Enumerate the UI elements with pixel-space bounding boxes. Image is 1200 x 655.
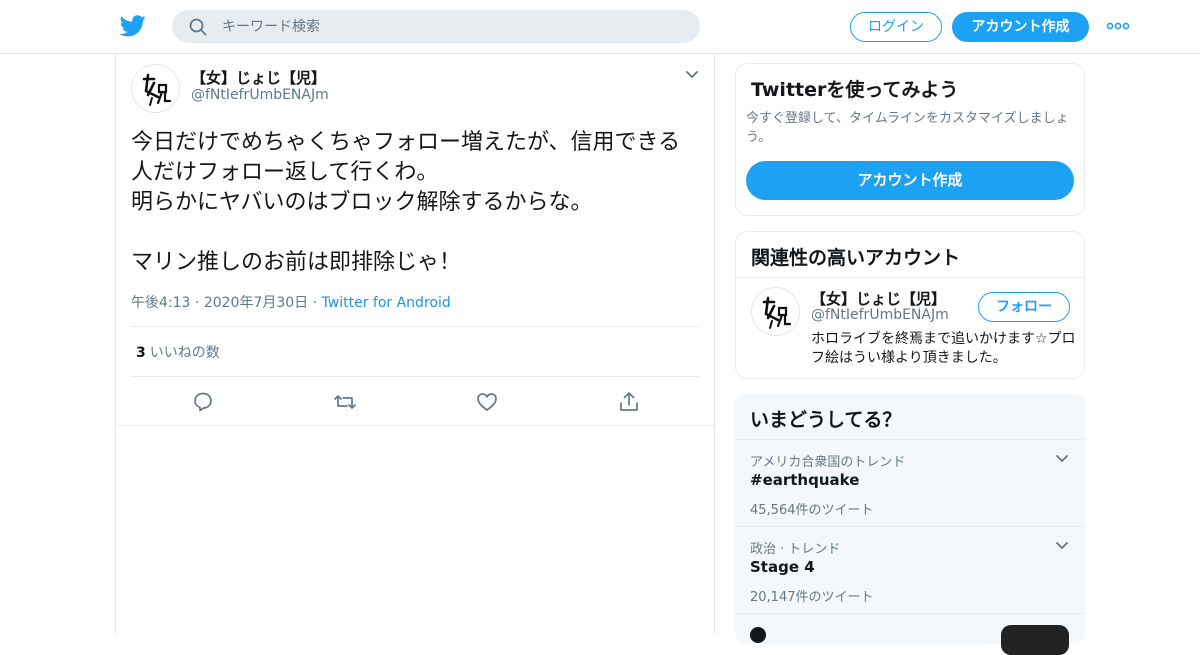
author-name[interactable]: 【女】じょじ【児】 (191, 67, 326, 88)
avatar[interactable] (751, 287, 800, 336)
search-input[interactable] (222, 10, 682, 43)
trend-name: #earthquake (750, 471, 860, 489)
related-account-handle[interactable]: @fNtIefrUmbENAJm (811, 307, 949, 323)
signup-card: Twitterを使ってみよう 今すぐ登録して、タイムラインをカスタマイズしましょ… (735, 63, 1085, 216)
divider (131, 376, 700, 377)
trend-item[interactable]: アメリカ合衆国のトレンド #earthquake 45,564件のツイート (735, 439, 1085, 526)
tweet-date[interactable]: 2020年7月30日 (204, 295, 308, 311)
tweet-actions (116, 386, 716, 426)
like-count-label: いいねの数 (149, 345, 220, 361)
divider (131, 326, 700, 327)
more-dots-icon[interactable] (1106, 20, 1130, 32)
tweet-metadata: 午後4:13 · 2020年7月30日 · Twitter for Androi… (131, 292, 451, 312)
share-icon[interactable] (617, 390, 641, 414)
avatar-calligraphy-icon (762, 296, 792, 329)
trends-title: いまどうしてる？ (750, 409, 902, 431)
tweet-detail: 【女】じょじ【児】 @fNtIefrUmbENAJm 今日だけでめちゃくちゃフォ… (115, 54, 716, 634)
top-navigation-bar: ログイン アカウント作成 (0, 0, 1200, 54)
trend-avatar (750, 627, 766, 643)
meta-separator: · (312, 295, 322, 311)
trend-tweet-count: 20,147件のツイート (750, 590, 874, 605)
signup-button[interactable]: アカウント作成 (952, 12, 1089, 42)
signup-card-description: 今すぐ登録して、タイムラインをカスタマイズしましょう。 (746, 111, 1069, 145)
search-icon (189, 18, 207, 36)
search-bar[interactable] (172, 10, 700, 43)
author-handle[interactable]: @fNtIefrUmbENAJm (191, 87, 329, 103)
follow-button[interactable]: フォロー (978, 292, 1070, 322)
trend-context: 政治 · トレンド (750, 542, 841, 557)
trend-name: Stage 4 (750, 558, 815, 576)
signup-card-button[interactable]: アカウント作成 (746, 161, 1074, 200)
divider (116, 425, 716, 426)
like-stats[interactable]: 3 いいねの数 (136, 342, 220, 362)
divider (736, 277, 1084, 278)
avatar-calligraphy-icon (142, 73, 172, 106)
tweet-time[interactable]: 午後4:13 (131, 295, 190, 311)
login-button[interactable]: ログイン (850, 12, 942, 42)
tweet-text: 今日だけでめちゃくちゃフォロー増えたが、信用できる人だけフォロー返して行くわ。 … (131, 130, 681, 275)
avatar[interactable] (131, 64, 180, 113)
reply-icon[interactable] (191, 390, 215, 414)
like-icon[interactable] (475, 390, 499, 414)
trends-card: いまどうしてる？ アメリカ合衆国のトレンド #earthquake 45,564… (735, 394, 1085, 655)
trend-tweet-count: 45,564件のツイート (750, 503, 874, 518)
related-accounts-card: 関連性の高いアカウント 【女】じょじ【児】 @fNtIefrUmbENAJm フ… (735, 231, 1085, 379)
related-accounts-title: 関連性の高いアカウント (751, 247, 961, 269)
meta-separator: · (194, 295, 204, 311)
related-account-bio: ホロライブを終焉まで追いかけます☆プロフ絵はうい様より頂きました。 (811, 331, 1076, 366)
tweet-source-link[interactable]: Twitter for Android (322, 295, 451, 311)
trend-context: アメリカ合衆国のトレンド (750, 455, 906, 470)
retweet-icon[interactable] (333, 390, 357, 414)
trend-item[interactable]: 政治 · トレンド Stage 4 20,147件のツイート (735, 526, 1085, 613)
twitter-bird-icon[interactable] (120, 14, 146, 38)
trend-item[interactable] (735, 613, 1085, 655)
chevron-down-icon[interactable] (1055, 454, 1069, 464)
like-count: 3 (136, 345, 146, 361)
chevron-down-icon[interactable] (1055, 541, 1069, 551)
signup-card-title: Twitterを使ってみよう (751, 79, 959, 101)
related-account-name[interactable]: 【女】じょじ【児】 (811, 288, 946, 309)
chevron-down-icon[interactable] (685, 70, 699, 80)
